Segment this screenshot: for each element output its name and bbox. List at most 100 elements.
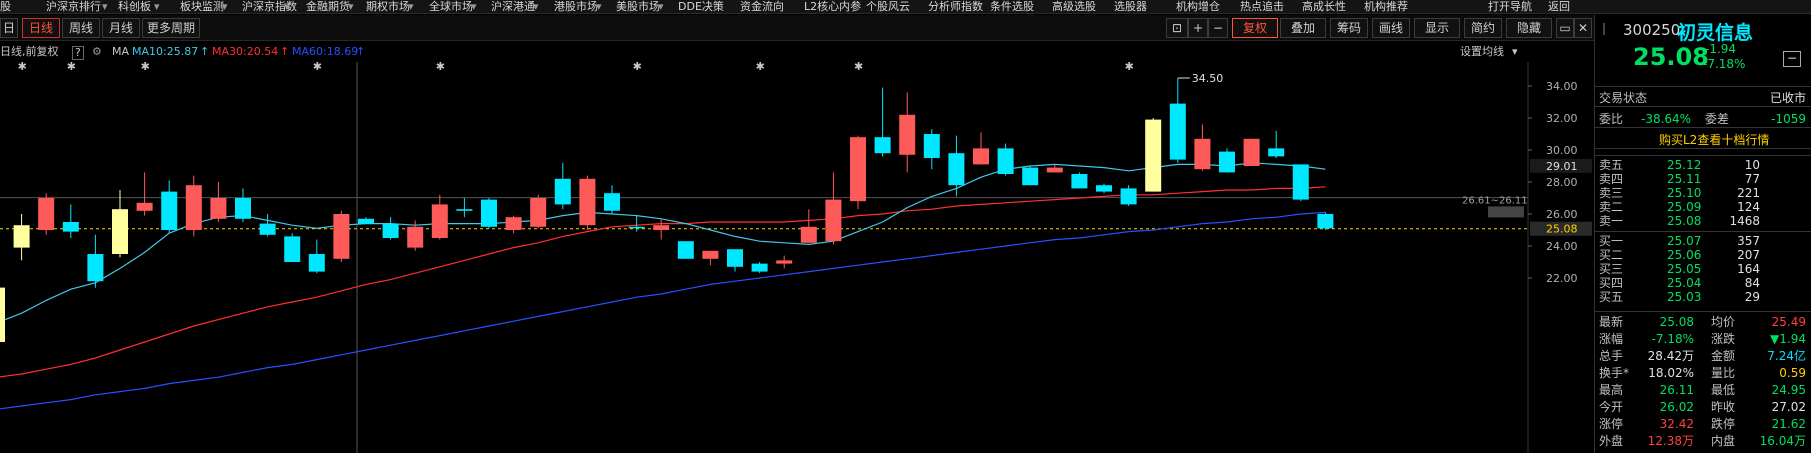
stat-value: 28.42万: [1647, 349, 1694, 363]
top-menu-item[interactable]: 高成长性: [1302, 0, 1346, 13]
zoom-out-icon[interactable]: −: [1208, 18, 1228, 38]
candle-body: [554, 178, 571, 205]
ask-price: 25.08: [1667, 214, 1702, 228]
candle-body: [456, 209, 473, 211]
menu-chevron-icon[interactable]: ▾: [658, 0, 664, 13]
top-menu-item[interactable]: 条件选股: [990, 0, 1034, 13]
trade-state-row: 交易状态 已收市: [1595, 90, 1811, 107]
stat-label: 外盘: [1599, 434, 1624, 448]
candle-body: [505, 217, 522, 230]
tab-monthly[interactable]: 月线: [102, 18, 140, 38]
candle-body: [308, 254, 325, 272]
menu-chevron-icon[interactable]: ▾: [471, 0, 477, 13]
hide-button[interactable]: 隐藏: [1506, 18, 1552, 38]
lock-icon[interactable]: ⊡: [1166, 18, 1188, 38]
top-menu-item[interactable]: 资金流向: [740, 0, 784, 13]
candlestick-chart[interactable]: 34.00 32.00 30.00 28.00 26.00 24.00 22.00 29.01…: [0, 62, 1594, 453]
bid-row: 买五 25.03 29: [1595, 289, 1811, 306]
top-menu-item[interactable]: 选股器: [1114, 0, 1147, 13]
top-menu-item[interactable]: 打开导航: [1488, 0, 1532, 13]
chart-toolbar: 日 日线 周线 月线 更多周期 ⊡ + − 复权 叠加 筹码 画线 显示 简约 …: [0, 15, 1594, 41]
y-tick-label: 30.00: [1546, 144, 1578, 157]
menu-chevron-icon[interactable]: ▾: [284, 0, 290, 13]
stat-row: 外盘 12.38万 内盘 16.04万: [1595, 433, 1811, 450]
top-menu-item[interactable]: 期权市场: [366, 0, 410, 13]
weibi-row: 委比 -38.64% 委差 -1059: [1595, 111, 1811, 128]
restore-icon[interactable]: ▭: [1556, 18, 1574, 38]
candle-body: [997, 148, 1014, 174]
candle-body: [973, 148, 989, 165]
candle-body: [431, 204, 448, 238]
top-menu-item[interactable]: 股: [0, 0, 11, 13]
chips-button[interactable]: 筹码: [1330, 18, 1368, 38]
menu-chevron-icon[interactable]: ▾: [222, 0, 228, 13]
tab-daily[interactable]: 日线: [22, 18, 60, 38]
stat-label: 今开: [1599, 400, 1624, 414]
menu-chevron-icon[interactable]: ▾: [102, 0, 108, 13]
top-menu-item[interactable]: 沪深港通: [491, 0, 535, 13]
candle-body: [481, 199, 497, 227]
ma-settings-chevron-icon[interactable]: ▾: [1512, 42, 1518, 62]
close-icon[interactable]: ✕: [1574, 18, 1592, 38]
stat-row: 涨幅 -7.18% 涨跌 ▼1.94: [1595, 331, 1811, 348]
help-icon[interactable]: ?: [72, 46, 84, 60]
top-menu-item[interactable]: 金融期货: [306, 0, 350, 13]
top-menu-item[interactable]: 全球市场: [429, 0, 473, 13]
candle-body: [850, 137, 866, 202]
gear-icon[interactable]: ⚙: [92, 42, 102, 62]
y-tick-label: 32.00: [1546, 112, 1578, 125]
top-menu-item[interactable]: DDE决策: [678, 0, 724, 13]
stat-value: 26.11: [1659, 383, 1694, 397]
candle-body: [284, 236, 301, 262]
top-menu-item[interactable]: 高级选股: [1052, 0, 1096, 13]
stat-label: 金额: [1711, 349, 1736, 363]
top-menu-item[interactable]: 港股市场: [554, 0, 598, 13]
stat-value: 21.62: [1771, 417, 1806, 431]
ma60-arrow-icon: ↑: [356, 45, 366, 58]
adjust-button[interactable]: 复权: [1232, 18, 1278, 38]
bid-volume: 29: [1744, 290, 1760, 304]
top-menu-item[interactable]: 科创板: [118, 0, 151, 13]
top-menu-item[interactable]: 分析师指数: [928, 0, 983, 13]
ma-settings-button[interactable]: 设置均线: [1460, 42, 1504, 62]
top-menu-item[interactable]: 机构增仓: [1176, 0, 1220, 13]
stat-row: 换手* 18.02% 量比 0.59: [1595, 365, 1811, 382]
event-marker: ✱: [436, 62, 445, 73]
l2-link[interactable]: 购买L2查看十档行情: [1659, 132, 1769, 149]
stat-value: 25.49: [1771, 315, 1806, 329]
menu-chevron-icon[interactable]: ▾: [533, 0, 539, 13]
tab-weekly[interactable]: 周线: [62, 18, 100, 38]
top-menu-item[interactable]: 个股风云: [866, 0, 910, 13]
top-menu-item[interactable]: 美股市场: [616, 0, 660, 13]
collapse-icon[interactable]: ❘: [1599, 21, 1609, 35]
menu-chevron-icon[interactable]: ▾: [596, 0, 602, 13]
zoom-in-icon[interactable]: +: [1188, 18, 1208, 38]
stat-value: ▼1.94: [1770, 332, 1806, 346]
overlay-button[interactable]: 叠加: [1280, 18, 1326, 38]
top-menu-item[interactable]: 机构推荐: [1364, 0, 1408, 13]
top-menu-item[interactable]: 热点追击: [1240, 0, 1284, 13]
candle-body: [653, 225, 670, 230]
candle-body: [1317, 214, 1334, 229]
candle-body: [87, 254, 104, 282]
draw-button[interactable]: 画线: [1372, 18, 1410, 38]
top-menu-item[interactable]: L2核心内参: [804, 0, 861, 13]
simple-button[interactable]: 简约: [1464, 18, 1502, 38]
menu-chevron-icon[interactable]: ▾: [408, 0, 414, 13]
stock-code: 300250: [1623, 21, 1681, 39]
tab-more-periods[interactable]: 更多周期: [142, 18, 200, 38]
price-change-pct: -7.18%: [1703, 57, 1746, 71]
tab-day-short[interactable]: 日: [0, 18, 18, 38]
menu-chevron-icon[interactable]: ▾: [154, 0, 160, 13]
chart-svg[interactable]: 34.00 32.00 30.00 28.00 26.00 24.00 22.00 29.01…: [0, 62, 1594, 453]
range-annotation: 26.61~26.11: [1462, 196, 1528, 207]
ask-row: 卖一 25.08 1468: [1595, 213, 1811, 230]
display-button[interactable]: 显示: [1414, 18, 1460, 38]
minimize-icon[interactable]: −: [1783, 51, 1801, 67]
top-menu-item[interactable]: 板块监测: [180, 0, 224, 13]
ma30-arrow-icon: ↑: [280, 45, 290, 58]
top-menu-item[interactable]: 返回: [1548, 0, 1570, 13]
menu-chevron-icon[interactable]: ▾: [348, 0, 354, 13]
candle-body: [604, 193, 620, 211]
top-menu-item[interactable]: 沪深京排行: [46, 0, 101, 13]
